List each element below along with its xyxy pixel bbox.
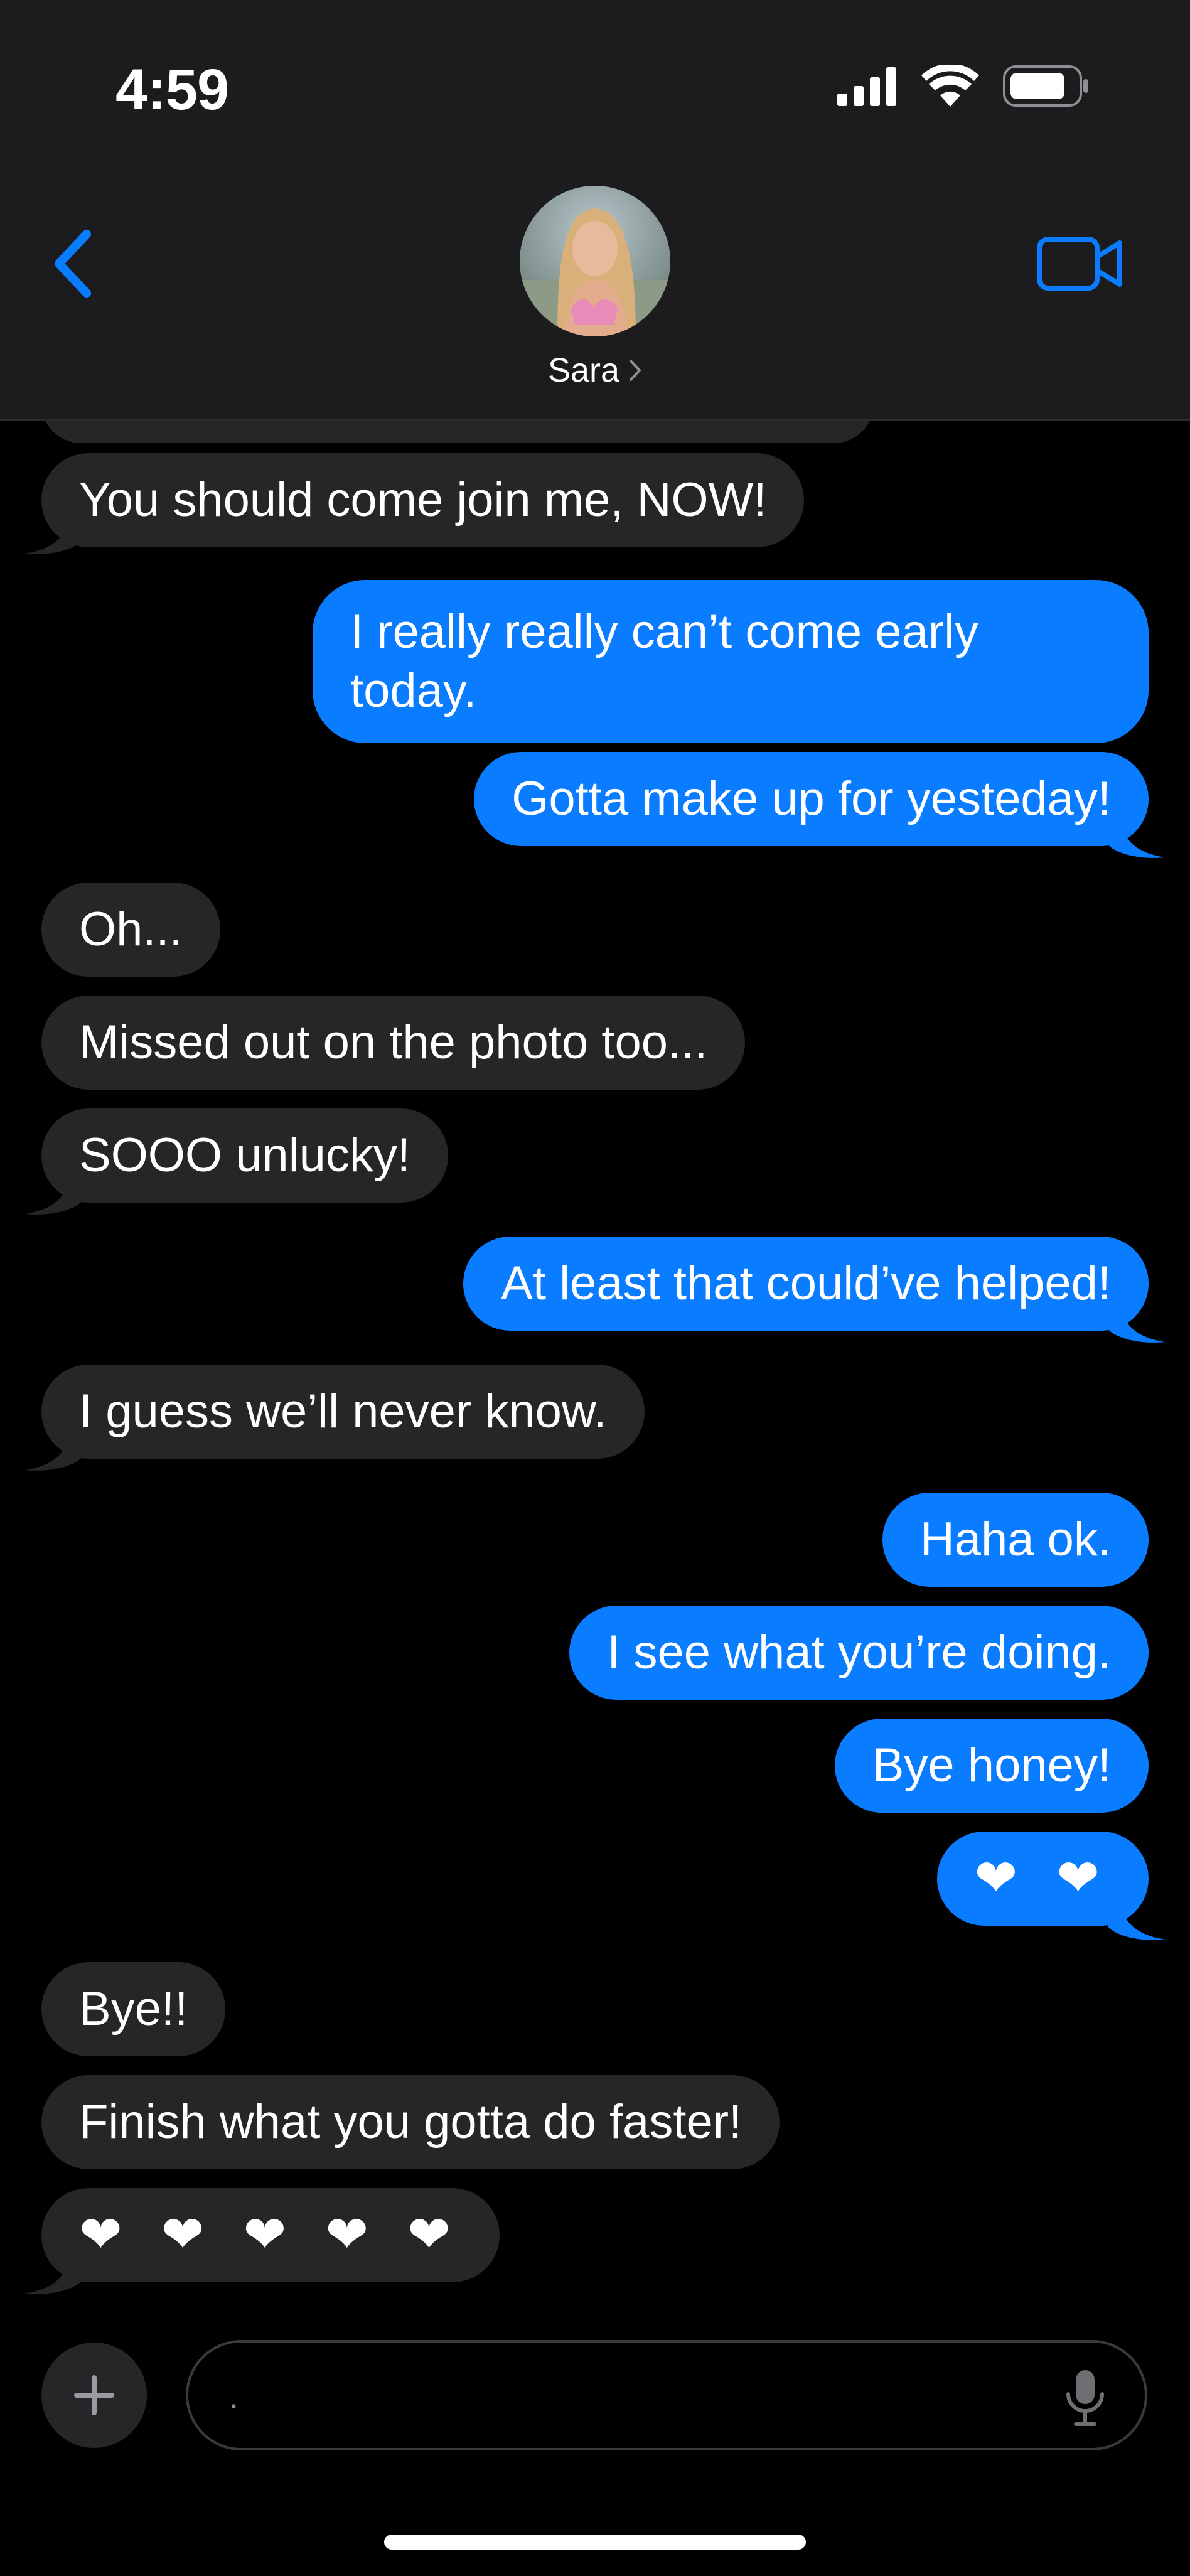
plus-icon bbox=[74, 2375, 114, 2415]
message-bubble-incoming[interactable]: Oh... bbox=[41, 883, 220, 977]
hearts-emoji: ❤ ❤ bbox=[974, 1849, 1111, 1908]
message-text: Bye honey! bbox=[872, 1739, 1111, 1792]
message-text: I see what you’re doing. bbox=[607, 1626, 1111, 1679]
avatar[interactable] bbox=[520, 186, 670, 336]
bubble-tail-incoming bbox=[25, 1429, 82, 1471]
message-text: Finish what you gotta do faster! bbox=[79, 2095, 742, 2149]
add-attachment-button[interactable] bbox=[41, 2343, 147, 2448]
message-text: Gotta make up for yesteday! bbox=[512, 772, 1111, 825]
status-time: 4:59 bbox=[115, 58, 229, 122]
contact-name: Sara bbox=[547, 352, 620, 389]
message-bubble-outgoing[interactable]: I really really can’t come early today. bbox=[313, 580, 1149, 743]
wifi-icon bbox=[921, 65, 979, 107]
bubble-tail-incoming bbox=[25, 512, 82, 554]
avatar-photo bbox=[520, 186, 670, 336]
message-input-text: . bbox=[228, 2374, 239, 2417]
hearts-emoji: ❤ ❤ ❤ ❤ ❤ bbox=[79, 2205, 462, 2265]
message-text: SOOO unlucky! bbox=[79, 1129, 410, 1182]
bubble-tail-outgoing bbox=[1108, 1301, 1165, 1343]
bubble-tail-outgoing bbox=[1108, 816, 1165, 858]
message-text: I guess we’ll never know. bbox=[79, 1385, 607, 1438]
message-bubble-incoming[interactable]: Missed out on the photo too... bbox=[41, 996, 746, 1090]
video-camera-icon bbox=[1037, 237, 1122, 291]
message-bubble-outgoing[interactable]: Bye honey! bbox=[834, 1719, 1149, 1813]
message-text: Oh... bbox=[79, 903, 183, 956]
message-text: Missed out on the photo too... bbox=[79, 1016, 708, 1069]
battery-icon bbox=[1003, 65, 1088, 107]
message-text: At least that could’ve helped! bbox=[501, 1257, 1111, 1310]
chevron-right-icon bbox=[630, 360, 641, 381]
message-input[interactable]: . bbox=[186, 2340, 1147, 2450]
message-bubble-outgoing[interactable]: Gotta make up for yesteday! bbox=[474, 752, 1149, 846]
status-icons bbox=[837, 65, 1090, 107]
cellular-signal-icon bbox=[837, 67, 896, 106]
message-bubble-incoming[interactable]: Bye!! bbox=[41, 1962, 226, 2056]
conversation-header: 4:59 Sara bbox=[0, 0, 1190, 421]
message-bubble-incoming[interactable]: You should come join me, NOW! bbox=[41, 453, 805, 547]
message-text: Bye!! bbox=[79, 1982, 188, 2036]
message-bubble-outgoing[interactable]: At least that could’ve helped! bbox=[463, 1237, 1149, 1331]
message-bubble-outgoing[interactable]: I see what you’re doing. bbox=[569, 1606, 1149, 1700]
home-indicator[interactable] bbox=[384, 2535, 806, 2550]
message-bubble-outgoing[interactable]: Haha ok. bbox=[882, 1493, 1149, 1587]
bubble-tail-outgoing bbox=[1108, 1898, 1165, 1940]
message-bubble-incoming[interactable]: SOOO unlucky! bbox=[41, 1108, 448, 1203]
bubble-tail-incoming bbox=[25, 2252, 82, 2294]
microphone-icon[interactable] bbox=[1063, 2369, 1107, 2427]
message-bubble-incoming-hearts[interactable]: ❤ ❤ ❤ ❤ ❤ bbox=[41, 2188, 500, 2282]
message-bubble-incoming[interactable]: Finish what you gotta do faster! bbox=[41, 2075, 780, 2169]
video-call-button[interactable] bbox=[1033, 232, 1127, 295]
bubble-tail-incoming bbox=[25, 1173, 82, 1215]
contact-info[interactable]: Sara bbox=[0, 186, 1190, 390]
message-text: You should come join me, NOW! bbox=[79, 473, 767, 527]
message-text: Haha ok. bbox=[919, 1513, 1111, 1566]
message-bubble-incoming[interactable]: I guess we’ll never know. bbox=[41, 1365, 645, 1459]
message-text: I really really can’t come early today. bbox=[350, 605, 979, 717]
contact-name-row[interactable]: Sara bbox=[548, 350, 642, 390]
